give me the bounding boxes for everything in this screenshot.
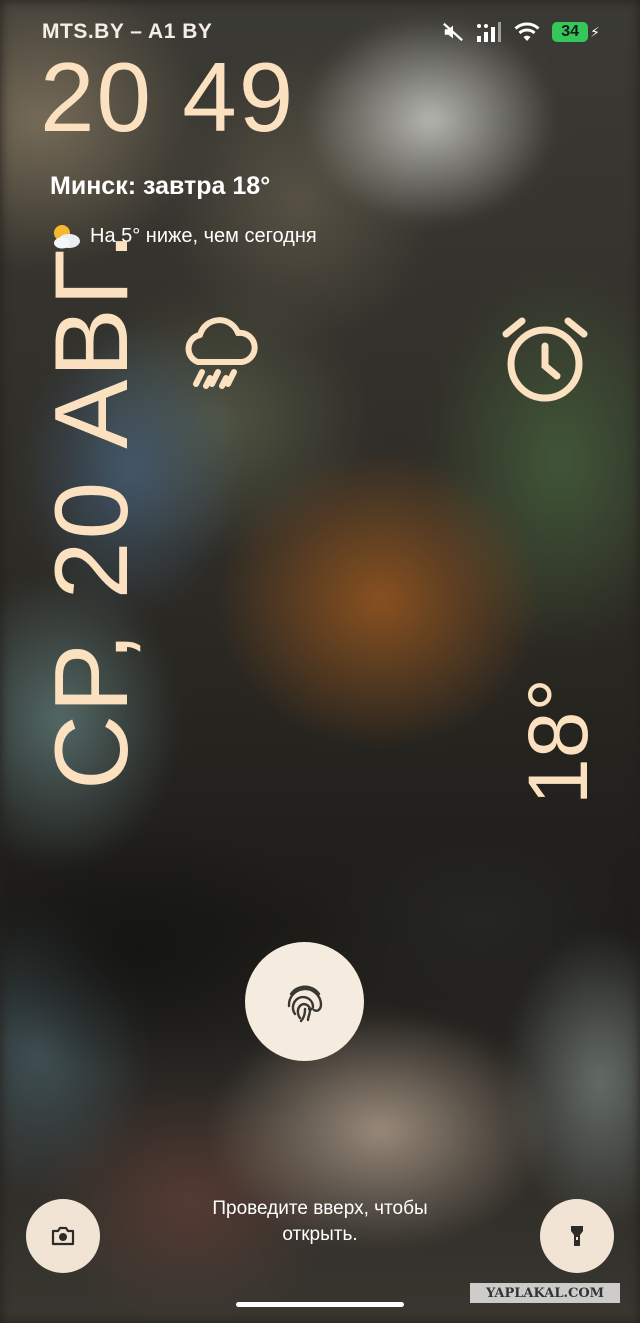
camera-shortcut-button[interactable]: [26, 1199, 100, 1273]
battery-level: 34: [552, 22, 589, 42]
signal-icon: [477, 22, 502, 42]
flashlight-icon: [571, 1226, 583, 1246]
flashlight-shortcut-button[interactable]: [540, 1199, 614, 1273]
vertical-date: СР, 20 АВГ.: [34, 229, 150, 790]
vertical-temperature: 18°: [511, 677, 605, 805]
swipe-up-hint: Проведите вверх, чтобы открыть.: [170, 1196, 470, 1248]
wifi-icon: [514, 22, 540, 41]
charging-icon: ⚡: [590, 23, 600, 40]
weather-forecast: Минск: завтра 18°: [50, 172, 271, 200]
camera-icon: [51, 1226, 75, 1246]
mute-icon: [443, 22, 464, 42]
swipe-hint-line1: Проведите вверх, чтобы: [212, 1198, 428, 1219]
lockscreen-clock: 20 49: [40, 42, 296, 152]
carrier-name: MTS.BY – A1 BY: [42, 20, 213, 43]
alarm-clock-icon: [502, 317, 588, 402]
status-icons: 34 ⚡: [442, 21, 600, 43]
watermark: YAPLAKAL.COM: [470, 1283, 620, 1303]
swipe-hint-line2: открыть.: [282, 1224, 358, 1245]
home-indicator[interactable]: [236, 1302, 404, 1307]
battery-icon: 34 ⚡: [552, 22, 600, 42]
rain-cloud-icon: [185, 317, 258, 389]
fingerprint-icon: [287, 984, 322, 1022]
fingerprint-unlock-button[interactable]: [245, 942, 364, 1061]
